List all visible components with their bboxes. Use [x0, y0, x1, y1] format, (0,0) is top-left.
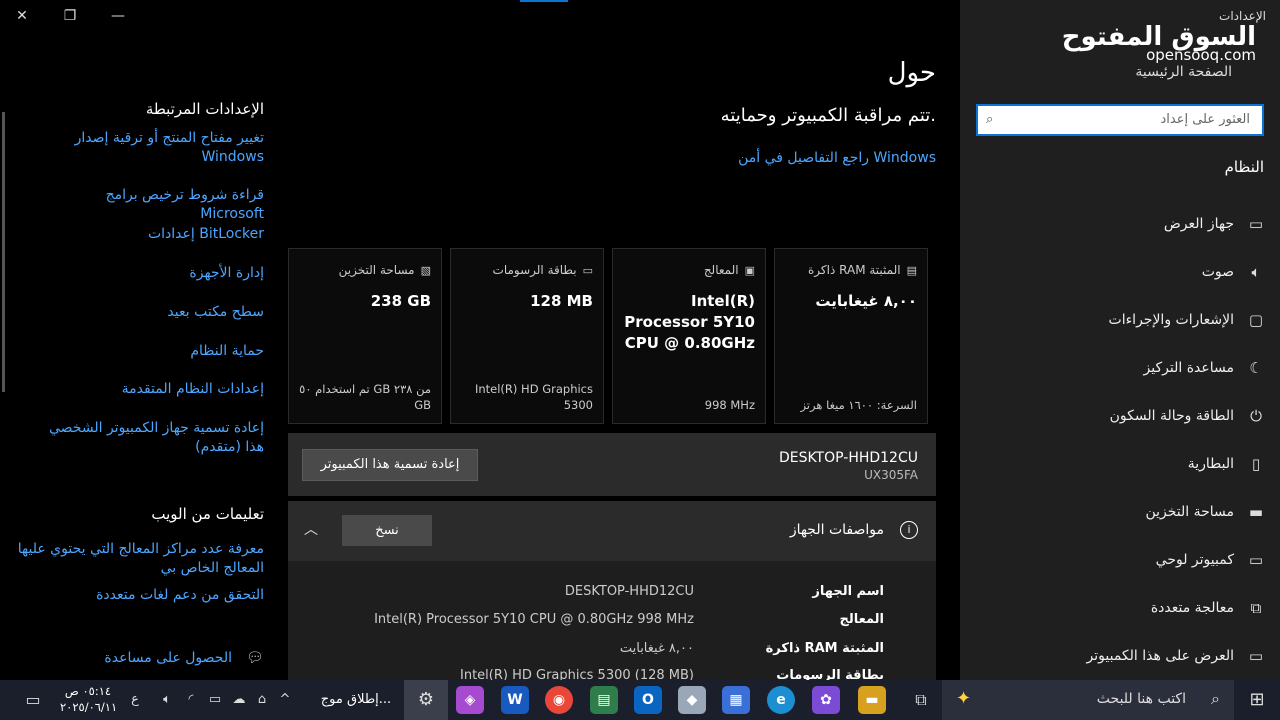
multitasking-icon: ⧉ [1250, 599, 1262, 617]
system-protection-link[interactable]: حماية النظام [44, 342, 264, 361]
graphics-card: بطاقة الرسومات ▭ 128 MB Intel(R) HD Graph… [450, 248, 604, 424]
cpu-icon: ▣ [744, 264, 755, 277]
spec-row: المعالج Intel(R) Processor 5Y10 CPU @ 0.… [374, 612, 884, 627]
help-icon: 💬︎ [246, 650, 264, 666]
device-specs-body: اسم الجهاز DESKTOP-HHD12CU المعالج Intel… [288, 561, 936, 680]
spec-row: اسم الجهاز DESKTOP-HHD12CU [564, 584, 884, 599]
project-icon: ▭ [1248, 647, 1264, 665]
nav-item-project[interactable]: ▭ العرض على هذا الكمبيوتر [960, 638, 1280, 678]
store-icon[interactable]: ▦ [722, 686, 750, 714]
section-title: النظام [1224, 158, 1264, 176]
multi-language-link[interactable]: التحقق من دعم لغات متعددة [44, 586, 264, 605]
launch-app-button[interactable]: إطلاق موج... [310, 680, 402, 720]
display-icon: ▭ [1248, 215, 1264, 233]
search-icon: ⌕ [1211, 689, 1220, 708]
storage-card: مساحة التخزين ▧ 238 GB تم استخدام ٥٠ GB م… [288, 248, 442, 424]
copy-button[interactable]: نسخ [342, 515, 432, 546]
battery-icon[interactable]: ▭ [204, 680, 226, 720]
volume-icon[interactable]: 🔈︎ [156, 680, 178, 720]
m365-icon[interactable]: ◈ [456, 686, 484, 714]
ram-card: ذاكرة RAM المثبتة ▤ ٨,٠٠ غيغابايت السرعة:… [774, 248, 928, 424]
spec-row: بطاقة الرسومات Intel(R) HD Graphics 5300… [460, 668, 884, 680]
taskbar: ⊞ ⌕ اكتب هنا للبحث ✦ ⧉ ▬ ✿ e ▦ ◆ O ▤ ◉ W… [0, 680, 1280, 720]
task-view-icon[interactable]: ⧉ [904, 680, 938, 720]
nav-item-display[interactable]: ▭ جهاز العرض [960, 206, 1280, 246]
rename-pc-advanced-link[interactable]: إعادة تسمية جهاز الكمبيوتر الشخصي هذا (م… [44, 419, 264, 457]
search-placeholder: العثور على إعداد [1160, 112, 1250, 127]
battery-icon: ▯ [1251, 455, 1261, 473]
home-link[interactable]: الصفحة الرئيسية [1135, 64, 1232, 80]
windows-start-icon[interactable]: ⊞ [1234, 680, 1280, 720]
language-indicator[interactable]: ع [124, 680, 146, 720]
wifi-icon[interactable]: ◜ [180, 680, 202, 720]
outlook-icon[interactable]: O [634, 686, 662, 714]
processor-cores-link[interactable]: معرفة عدد مراكز المعالج التي يحتوي عليها… [14, 540, 264, 578]
remote-desktop-link[interactable]: سطح مكتب بعيد [44, 303, 264, 322]
close-icon[interactable]: ✕ [8, 4, 36, 28]
get-help-link[interactable]: الحصول على مساعدة [104, 650, 232, 666]
rename-pc-button[interactable]: إعادة تسمية هذا الكمبيوتر [302, 449, 478, 481]
taskbar-search[interactable]: ⌕ اكتب هنا للبحث ✦ [942, 680, 1234, 720]
nav-item-focus[interactable]: ☾ مساعدة التركيز [960, 350, 1280, 390]
restore-icon[interactable]: ❐ [56, 4, 84, 28]
storage-icon: ▬ [1248, 503, 1264, 521]
pc-model: UX305FA [864, 468, 918, 482]
page-title: حول [887, 58, 936, 88]
related-settings-title: الإعدادات المرتبطة [145, 100, 264, 118]
taskbar-clock[interactable]: ٠٥:١٤ ص ٢٠٢٥/٠٦/١١ [60, 683, 117, 715]
search-icon: ⌕ [986, 112, 994, 127]
nav-item-tablet[interactable]: ▭ كمبيوتر لوحي [960, 542, 1280, 582]
file-explorer-icon[interactable]: ▬ [858, 686, 886, 714]
nav-item-multitasking[interactable]: ⧉ معالجة متعددة [960, 590, 1280, 630]
device-specs-title: مواصفات الجهاز [789, 522, 884, 538]
advanced-system-settings-link[interactable]: إعدادات النظام المتقدمة [44, 380, 264, 399]
minimize-icon[interactable]: — [104, 4, 132, 28]
windows-security-link[interactable]: راجع التفاصيل في أمن Windows [738, 150, 936, 166]
edge-icon[interactable]: e [767, 686, 795, 714]
web-help-title: تعليمات من الويب [151, 505, 264, 523]
nav-item-power[interactable]: ⏻ الطاقة وحالة السكون [960, 398, 1280, 438]
speaker-icon: 🔈︎ [1251, 263, 1261, 281]
copilot-sparkle-icon: ✦ [956, 688, 972, 709]
chevron-up-icon[interactable]: ︿ [304, 519, 318, 539]
notification-icon: ▢ [1248, 311, 1264, 329]
usb-icon[interactable]: ⌂ [252, 680, 272, 720]
chrome-icon[interactable]: ◉ [545, 686, 573, 714]
change-product-key-link[interactable]: تغيير مفتاح المنتج أو ترقية إصدار Window… [44, 129, 264, 167]
power-icon: ⏻ [1250, 407, 1262, 425]
gpu-icon: ▭ [582, 264, 593, 277]
tablet-icon: ▭ [1248, 551, 1264, 569]
device-manager-link[interactable]: إدارة الأجهزة [44, 264, 264, 283]
navigation-pane: الإعدادات السوق المفتوح opensooq.com الص… [960, 0, 1280, 680]
nav-item-notifications[interactable]: ▢ الإشعارات والإجراءات [960, 302, 1280, 342]
nav-item-storage[interactable]: ▬ مساحة التخزين [960, 494, 1280, 534]
notification-center-icon[interactable]: ▭ [18, 680, 48, 720]
pc-name-panel: DESKTOP-HHD12CU UX305FA إعادة تسمية هذا … [288, 433, 936, 496]
moon-icon: ☾ [1249, 359, 1263, 377]
nav-item-sound[interactable]: 🔈︎ صوت [960, 254, 1280, 294]
info-icon: i [900, 521, 918, 539]
settings-icon[interactable]: ⚙ [404, 680, 448, 720]
pc-name: DESKTOP-HHD12CU [778, 450, 918, 466]
focus-accent [520, 0, 568, 2]
protection-status: تتم مراقبة الكمبيوتر وحمايته. [720, 105, 936, 126]
device-specs-header[interactable]: i مواصفات الجهاز نسخ ︿ [288, 501, 936, 561]
nav-item-battery[interactable]: ▯ البطارية [960, 446, 1280, 486]
bitlocker-link[interactable]: إعدادات BitLocker [44, 225, 264, 244]
scrollbar[interactable] [2, 112, 5, 392]
watermark-logo: السوق المفتوح opensooq.com [1061, 22, 1256, 64]
settings-search-input[interactable]: العثور على إعداد ⌕ [976, 104, 1264, 136]
processor-card: المعالج ▣ Intel(R) Processor 5Y10 CPU @ 0… [612, 248, 766, 424]
app-cube-icon[interactable]: ◆ [678, 686, 706, 714]
ram-icon: ▤ [906, 264, 917, 277]
copilot-icon[interactable]: ✿ [812, 686, 840, 714]
chevron-up-icon[interactable]: ^ [274, 680, 296, 720]
word-icon[interactable]: W [501, 686, 529, 714]
settings-window: ✕ ❐ — الإعدادات السوق المفتوح opensooq.c… [0, 0, 1280, 720]
license-terms-link[interactable]: قراءة شروط ترخيص برامج Microsoft [44, 186, 264, 224]
app-icon[interactable]: ▤ [590, 686, 618, 714]
spec-row: ذاكرة RAM المثبتة ٨,٠٠ غيغابايت [619, 641, 884, 656]
cloud-icon[interactable]: ☁ [228, 680, 250, 720]
drive-icon: ▧ [420, 264, 431, 277]
